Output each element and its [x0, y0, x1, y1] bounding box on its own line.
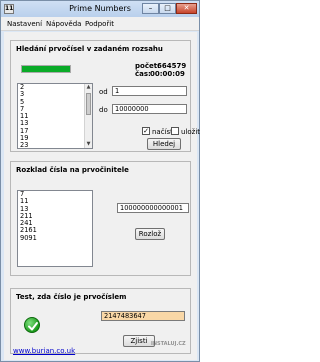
list-item[interactable]: 7 [18, 105, 92, 113]
list-item[interactable]: 17 [18, 127, 92, 135]
prime-search-group: Hledání prvočísel v zadaném rozsahu poče… [10, 40, 200, 152]
app-window: 11 Prime Numbers – □ ✕ Nastavení Nápověd… [0, 0, 200, 362]
range-from-input[interactable]: 1 [112, 86, 187, 96]
list-item[interactable]: 7 [18, 191, 92, 198]
watermark-logo: INSTALUJ.CZ [151, 341, 186, 347]
search-button[interactable]: Hledej [147, 138, 181, 150]
maximize-button[interactable]: □ [159, 3, 176, 14]
scroll-thumb[interactable] [86, 93, 91, 115]
menu-bar: Nastavení Nápověda Podpořit [1, 17, 199, 31]
close-button[interactable]: ✕ [176, 3, 197, 14]
main-panel: Hledání prvočísel v zadaném rozsahu poče… [4, 32, 200, 360]
range-to-input[interactable]: 10000000 [112, 104, 187, 114]
list-item[interactable]: 13 [18, 120, 92, 128]
factorization-title: Rozklad čísla na prvočinitele [16, 166, 129, 174]
check-mark-icon [28, 322, 38, 331]
list-item[interactable]: 3 [18, 90, 92, 98]
factorization-group: Rozklad čísla na prvočinitele 7 11 13 211 24… [10, 161, 191, 276]
menu-help[interactable]: Nápověda [46, 20, 81, 28]
search-progress-bar [21, 65, 71, 73]
scroll-down-icon[interactable]: ▼ [85, 141, 92, 148]
list-item[interactable]: 19 [18, 134, 92, 142]
list-item[interactable]: 23 [18, 142, 92, 148]
check-icon [24, 317, 40, 333]
title-bar[interactable]: 11 Prime Numbers – □ ✕ [1, 1, 199, 17]
list-item[interactable]: 11 [18, 197, 92, 205]
time-value: 00:00:09 [150, 70, 185, 78]
minimize-button[interactable]: – [142, 3, 159, 14]
factorize-button[interactable]: Rozlož [135, 228, 165, 240]
list-item[interactable]: 9091 [18, 234, 92, 242]
search-progress-fill [22, 66, 70, 72]
website-link[interactable]: www.burian.co.uk [13, 347, 75, 355]
from-label: od [99, 88, 108, 96]
primes-list-scrollbar[interactable]: ▲ ▼ [84, 84, 92, 148]
prime-search-title: Hledání prvočísel v zadaném rozsahu [16, 45, 163, 53]
primes-list[interactable]: 2 3 5 7 11 13 17 19 23 ▲ ▼ [17, 83, 93, 149]
menu-support[interactable]: Podpořit [85, 20, 114, 28]
save-checkbox[interactable] [171, 127, 179, 135]
save-label: uložit [181, 128, 201, 136]
primality-test-title: Test, zda číslo je prvočíslem [16, 293, 127, 301]
factor-number-input[interactable]: 100000000000001 [117, 203, 189, 213]
list-item[interactable]: 2 [18, 84, 92, 91]
list-item[interactable]: 11 [18, 112, 92, 120]
primality-number-input[interactable]: 2147483647 [101, 311, 185, 321]
load-checkbox[interactable]: ✓ [142, 127, 150, 135]
factors-list[interactable]: 7 11 13 211 241 2161 9091 [17, 190, 93, 267]
menu-settings[interactable]: Nastavení [7, 20, 42, 28]
time-label: čas: [135, 70, 151, 78]
load-label: načíst [152, 128, 173, 136]
list-item[interactable]: 5 [18, 98, 92, 106]
to-label: do [99, 106, 108, 114]
scroll-up-icon[interactable]: ▲ [85, 84, 92, 91]
count-value: 664579 [157, 62, 187, 70]
